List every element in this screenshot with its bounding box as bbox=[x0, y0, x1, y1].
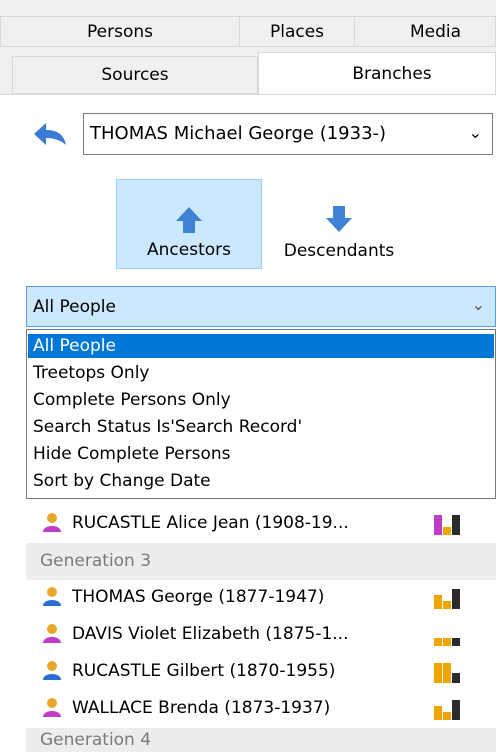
female-person-icon bbox=[43, 624, 61, 643]
tab-media[interactable]: Media bbox=[354, 16, 496, 47]
generation-header: Generation 3 bbox=[26, 543, 496, 580]
filter-dropdown[interactable]: All People ⌄ bbox=[26, 286, 496, 327]
arrow-up-icon bbox=[176, 207, 202, 233]
filter-option[interactable]: Search Status Is'Search Record' bbox=[28, 415, 494, 439]
completeness-bars bbox=[432, 663, 472, 683]
tab-sources[interactable]: Sources bbox=[12, 56, 258, 94]
descendants-label: Descendants bbox=[283, 241, 395, 261]
tab-persons[interactable]: Persons bbox=[0, 16, 240, 47]
completeness-bars bbox=[432, 589, 472, 609]
female-person-icon bbox=[43, 513, 61, 532]
tab-places[interactable]: Places bbox=[239, 16, 355, 47]
chevron-down-icon: ⌄ bbox=[468, 123, 482, 142]
completeness-bars bbox=[432, 515, 472, 535]
ancestors-label: Ancestors bbox=[147, 240, 231, 260]
ancestors-button[interactable]: Ancestors bbox=[116, 179, 262, 269]
male-person-icon bbox=[43, 587, 61, 606]
completeness-bars bbox=[432, 626, 472, 646]
chevron-down-icon: ⌄ bbox=[471, 295, 485, 314]
female-person-icon bbox=[43, 698, 61, 717]
completeness-bars bbox=[432, 700, 472, 720]
filter-option[interactable]: Complete Persons Only bbox=[28, 388, 494, 412]
filter-option[interactable]: All People bbox=[28, 334, 494, 358]
generation-header: Generation 4 bbox=[26, 728, 496, 752]
list-item[interactable]: WALLACE Brenda (1873-1937) bbox=[26, 691, 496, 728]
back-arrow-icon[interactable] bbox=[32, 121, 68, 147]
filter-option[interactable]: Sort by Change Date bbox=[28, 469, 494, 493]
filter-options-list: All People Treetops Only Complete Person… bbox=[26, 329, 496, 499]
arrow-down-icon bbox=[326, 206, 352, 232]
tab-strip: Persons Places Media Sources Branches bbox=[0, 0, 496, 95]
descendants-button[interactable]: Descendants bbox=[264, 179, 414, 269]
tab-branches[interactable]: Branches bbox=[258, 52, 496, 94]
list-item[interactable]: THOMAS George (1877-1947) bbox=[26, 580, 496, 617]
person-selector[interactable]: THOMAS Michael George (1933-) ⌄ bbox=[83, 113, 493, 155]
filter-option[interactable]: Hide Complete Persons bbox=[28, 442, 494, 466]
filter-option[interactable]: Treetops Only bbox=[28, 361, 494, 385]
filter-selected-value: All People bbox=[33, 297, 116, 317]
male-person-icon bbox=[43, 661, 61, 680]
list-item[interactable]: RUCASTLE Gilbert (1870-1955) bbox=[26, 654, 496, 691]
list-item[interactable]: DAVIS Violet Elizabeth (1875-1... bbox=[26, 617, 496, 654]
list-item[interactable]: RUCASTLE Alice Jean (1908-19... bbox=[26, 506, 496, 543]
selected-person: THOMAS Michael George (1933-) bbox=[90, 123, 387, 144]
